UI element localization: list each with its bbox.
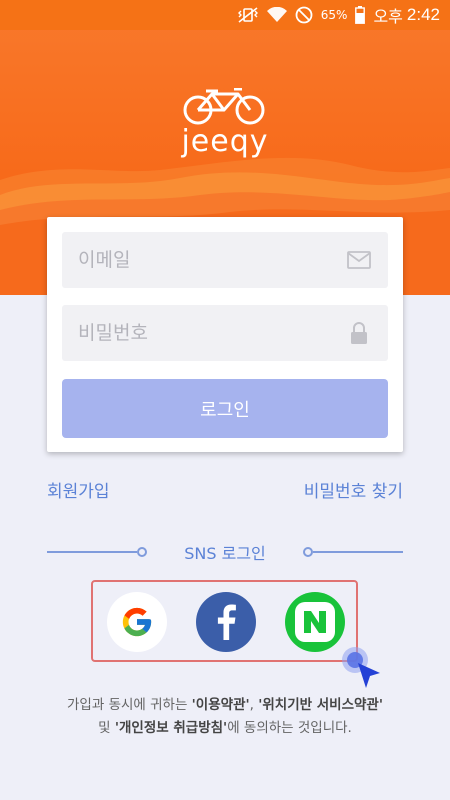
login-button[interactable]: 로그인 (62, 379, 388, 438)
battery-icon (355, 6, 366, 24)
status-time: 2:42 (406, 5, 440, 24)
app-logo: jeeqy (0, 88, 450, 159)
divider-line-right (313, 551, 403, 553)
password-field[interactable] (62, 305, 388, 361)
divider-dot-right (303, 547, 313, 557)
vibrate-mute-icon (237, 7, 259, 23)
find-password-link[interactable]: 비밀번호 찾기 (304, 477, 403, 502)
terms-of-use-link[interactable]: '이용약관' (192, 697, 250, 713)
sns-login-label: SNS 로그인 (184, 544, 266, 563)
login-card: 로그인 (47, 217, 403, 452)
divider-line-left (47, 551, 137, 553)
terms-notice: 가입과 동시에 귀하는 '이용약관', '위치기반 서비스약관' 및 '개인정보… (0, 694, 450, 740)
naver-icon (295, 602, 335, 642)
envelope-icon (346, 247, 372, 273)
facebook-login-button[interactable] (196, 592, 256, 652)
terms-agree: 에 동의하는 것입니다. (227, 720, 352, 736)
terms-separator: , (249, 697, 259, 713)
status-ampm: 오후 (373, 7, 403, 26)
terms-and: 및 (98, 720, 115, 736)
sns-button-group (91, 580, 358, 662)
privacy-policy-link[interactable]: '개인정보 취급방침' (115, 720, 227, 736)
status-bar: 65% 오후 2:42 (0, 0, 450, 30)
lock-icon (346, 320, 372, 346)
google-icon (122, 607, 152, 637)
battery-percent: 65% (320, 8, 348, 22)
password-input[interactable] (78, 322, 346, 344)
logo-wordmark: jeeqy (181, 124, 269, 159)
email-input[interactable] (78, 249, 346, 271)
divider-dot-left (137, 547, 147, 557)
email-field[interactable] (62, 232, 388, 288)
sns-divider: SNS 로그인 (47, 540, 403, 564)
account-links: 회원가입 비밀번호 찾기 (47, 477, 403, 502)
naver-login-button[interactable] (285, 592, 345, 652)
wifi-icon (266, 7, 287, 23)
google-login-button[interactable] (107, 592, 167, 652)
location-terms-link[interactable]: '위치기반 서비스약관' (258, 697, 383, 713)
do-not-disturb-icon (295, 6, 313, 24)
terms-line-2: 및 '개인정보 취급방침'에 동의하는 것입니다. (0, 717, 450, 740)
signup-link[interactable]: 회원가입 (47, 477, 110, 502)
pointer-cursor-icon (340, 645, 384, 695)
facebook-icon (217, 604, 236, 640)
terms-line-1: 가입과 동시에 귀하는 '이용약관', '위치기반 서비스약관' (0, 694, 450, 717)
bicycle-icon (183, 88, 265, 125)
terms-intro: 가입과 동시에 귀하는 (67, 697, 192, 713)
